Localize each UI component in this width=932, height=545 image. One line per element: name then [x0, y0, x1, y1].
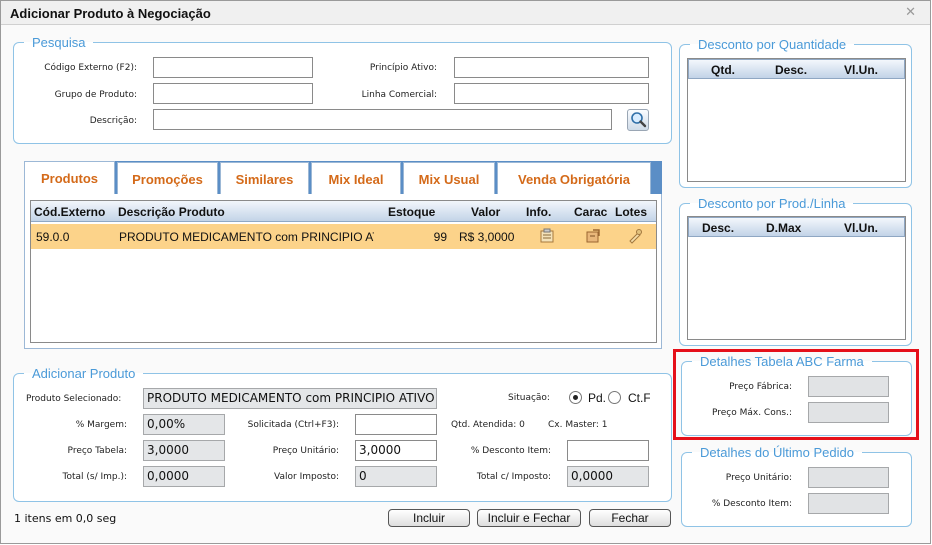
total-s-imp-label: Total (s/ Imp.): [62, 472, 127, 482]
dialog-window: Adicionar Produto à Negociação ✕ Pesquis… [0, 0, 931, 544]
characteristics-icon[interactable] [585, 228, 601, 244]
close-icon[interactable]: ✕ [905, 5, 916, 20]
col-vlun[interactable]: Vl.Un. [844, 63, 878, 77]
incluir-button[interactable]: Incluir [388, 509, 470, 527]
cx-master-label: Cx. Master: 1 [548, 420, 608, 430]
margem-label: % Margem: [75, 420, 127, 430]
principio-ativo-label: Princípio Ativo: [369, 63, 437, 73]
preco-unitario-input[interactable]: 3,0000 [355, 440, 437, 461]
preco-tabela-field: 3,0000 [143, 440, 225, 461]
search-button[interactable] [627, 109, 649, 131]
radio-pd[interactable] [569, 391, 582, 404]
window-title: Adicionar Produto à Negociação [10, 6, 211, 21]
col-info[interactable]: Info. [526, 205, 551, 219]
col-estoque[interactable]: Estoque [388, 205, 435, 219]
row-cod: 59.0.0 [36, 230, 70, 244]
qtd-atendida-label: Qtd. Atendida: 0 [451, 420, 525, 430]
row-descricao: PRODUTO MEDICAMENTO com PRINCIPIO ATIVO [119, 230, 374, 244]
pd-label: Pd. [588, 391, 607, 405]
title-bar: Adicionar Produto à Negociação ✕ [1, 1, 930, 25]
col-dmax[interactable]: D.Max [766, 221, 801, 235]
row-estoque: 99 [433, 230, 447, 244]
total-s-imp-field: 0,0000 [143, 466, 225, 487]
ultimo-desconto-item-field [808, 493, 889, 514]
col-cod-externo[interactable]: Cód.Externo [34, 205, 105, 219]
ct-label: Ct.F [628, 391, 650, 405]
linha-comercial-label: Linha Comercial: [361, 90, 437, 100]
valor-imposto-label: Valor Imposto: [274, 472, 339, 482]
col-lotes[interactable]: Lotes [615, 205, 647, 219]
desconto-quantidade-header: Qtd. Desc. Vl.Un. [688, 59, 905, 79]
tab-venda-obrigatoria[interactable]: Venda Obrigatória [497, 162, 651, 195]
desconto-prod-linha-grid[interactable]: Desc. D.Max Vl.Un. [687, 216, 906, 340]
ultimo-preco-unitario-label: Preço Unitário: [725, 473, 792, 483]
principio-ativo-input[interactable] [454, 57, 649, 78]
desconto-item-label: % Desconto Item: [470, 446, 551, 456]
info-icon[interactable] [539, 228, 555, 244]
produto-selecionado-field: PRODUTO MEDICAMENTO com PRINCIPIO ATIVO [143, 388, 437, 409]
col-qtd[interactable]: Qtd. [711, 63, 735, 77]
produto-selecionado-label: Produto Selecionado: [26, 394, 122, 404]
fechar-button[interactable]: Fechar [589, 509, 671, 527]
valor-imposto-field: 0 [355, 466, 437, 487]
col-desc-prod[interactable]: Desc. [702, 221, 734, 235]
linha-comercial-input[interactable] [454, 83, 649, 104]
desconto-quantidade-grid[interactable]: Qtd. Desc. Vl.Un. [687, 58, 906, 182]
total-c-imp-field: 0,0000 [567, 466, 649, 487]
tab-mix-usual[interactable]: Mix Usual [403, 162, 495, 195]
ultimo-preco-unitario-field [808, 467, 889, 488]
margem-field: 0,00% [143, 414, 225, 435]
adicionar-produto-legend: Adicionar Produto [32, 366, 136, 381]
ultimo-pedido-legend: Detalhes do Último Pedido [700, 445, 854, 460]
row-valor: R$ 3,0000 [459, 230, 515, 244]
grid-header: Cód.Externo Descrição Produto Estoque Va… [31, 201, 656, 222]
tab-mix-ideal[interactable]: Mix Ideal [311, 162, 401, 195]
tab-promocoes[interactable]: Promoções [117, 162, 218, 195]
pesquisa-legend: Pesquisa [32, 35, 86, 50]
col-carac[interactable]: Carac [574, 205, 607, 219]
desconto-quantidade-legend: Desconto por Quantidade [698, 37, 847, 52]
highlight-box [673, 349, 919, 440]
descricao-label: Descrição: [89, 116, 137, 126]
tab-similares[interactable]: Similares [220, 162, 309, 195]
col-valor[interactable]: Valor [471, 205, 500, 219]
search-icon [631, 112, 647, 128]
solicitada-input[interactable] [355, 414, 437, 435]
preco-tabela-label: Preço Tabela: [67, 446, 127, 456]
codigo-externo-input[interactable] [153, 57, 313, 78]
col-vlun-prod[interactable]: Vl.Un. [844, 221, 878, 235]
situacao-label: Situação: [508, 393, 550, 403]
status-text: 1 itens em 0,0 seg [14, 512, 117, 525]
products-grid[interactable]: Cód.Externo Descrição Produto Estoque Va… [30, 200, 657, 343]
descricao-input[interactable] [153, 109, 612, 130]
incluir-fechar-button[interactable]: Incluir e Fechar [477, 509, 581, 527]
desconto-prod-linha-header: Desc. D.Max Vl.Un. [688, 217, 905, 237]
col-descricao[interactable]: Descrição Produto [118, 205, 225, 219]
col-desc[interactable]: Desc. [775, 63, 807, 77]
lots-icon[interactable] [627, 228, 643, 244]
preco-unitario-label: Preço Unitário: [272, 446, 339, 456]
total-c-imp-label: Total c/ Imposto: [476, 472, 551, 482]
solicitada-label: Solicitada (Ctrl+F3): [247, 420, 339, 430]
desconto-prod-linha-legend: Desconto por Prod./Linha [698, 196, 846, 211]
radio-ct[interactable] [608, 391, 621, 404]
desconto-item-input[interactable] [567, 440, 649, 461]
table-row[interactable]: 59.0.0 PRODUTO MEDICAMENTO com PRINCIPIO… [31, 224, 656, 249]
grupo-produto-input[interactable] [153, 83, 313, 104]
tab-produtos[interactable]: Produtos [24, 161, 115, 195]
codigo-externo-label: Código Externo (F2): [44, 63, 137, 73]
ultimo-desconto-item-label: % Desconto Item: [711, 499, 792, 509]
grupo-produto-label: Grupo de Produto: [54, 90, 137, 100]
